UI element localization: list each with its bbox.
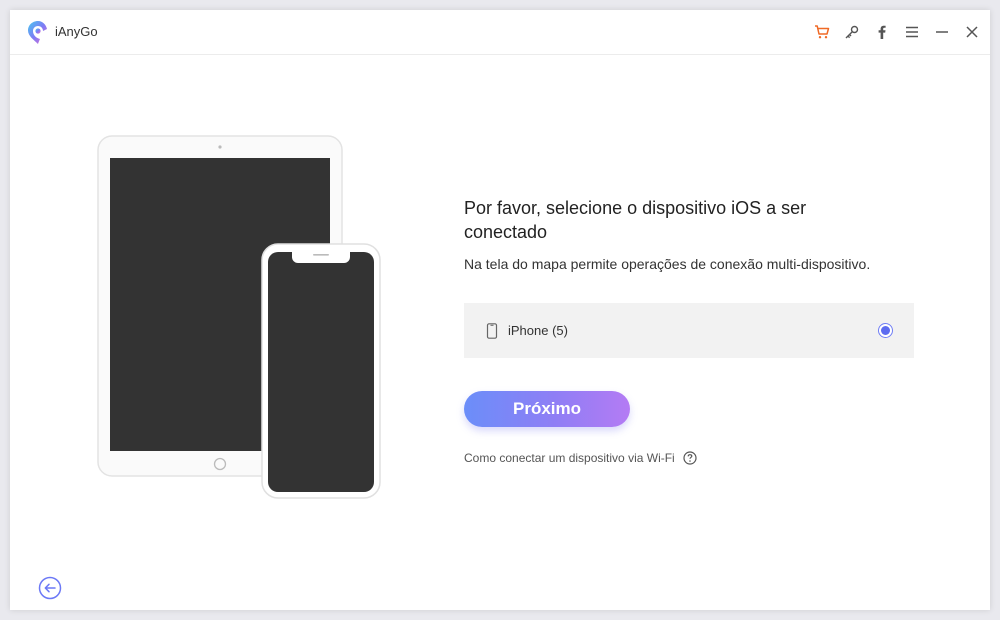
app-window: iAnyGo Por favor, selecione o dispositiv…: [10, 10, 990, 610]
back-arrow-icon[interactable]: [38, 576, 62, 600]
next-button[interactable]: Próximo: [464, 391, 630, 427]
device-radio[interactable]: [878, 323, 893, 338]
page-heading: Por favor, selecione o dispositivo iOS a…: [464, 198, 807, 242]
question-icon[interactable]: [683, 451, 697, 465]
device-list-item[interactable]: iPhone (5): [464, 303, 914, 358]
cart-icon[interactable]: [812, 22, 832, 42]
wifi-help-link[interactable]: Como conectar um dispositivo via Wi-Fi: [464, 451, 697, 465]
radio-selected-dot: [881, 326, 890, 335]
close-icon[interactable]: [962, 22, 982, 42]
app-logo-icon: [28, 21, 47, 44]
page-subtext: Na tela do mapa permite operações de con…: [464, 256, 871, 272]
minimize-icon[interactable]: [932, 22, 952, 42]
title-bar: iAnyGo: [10, 10, 990, 55]
facebook-icon[interactable]: [872, 22, 892, 42]
phone-icon: [486, 323, 498, 339]
device-label: iPhone (5): [508, 323, 568, 338]
wifi-help-link-text[interactable]: Como conectar um dispositivo via Wi-Fi: [464, 451, 675, 465]
app-title: iAnyGo: [55, 24, 98, 39]
key-icon[interactable]: [842, 22, 862, 42]
menu-icon[interactable]: [902, 22, 922, 42]
devices-illustration: [97, 135, 381, 499]
